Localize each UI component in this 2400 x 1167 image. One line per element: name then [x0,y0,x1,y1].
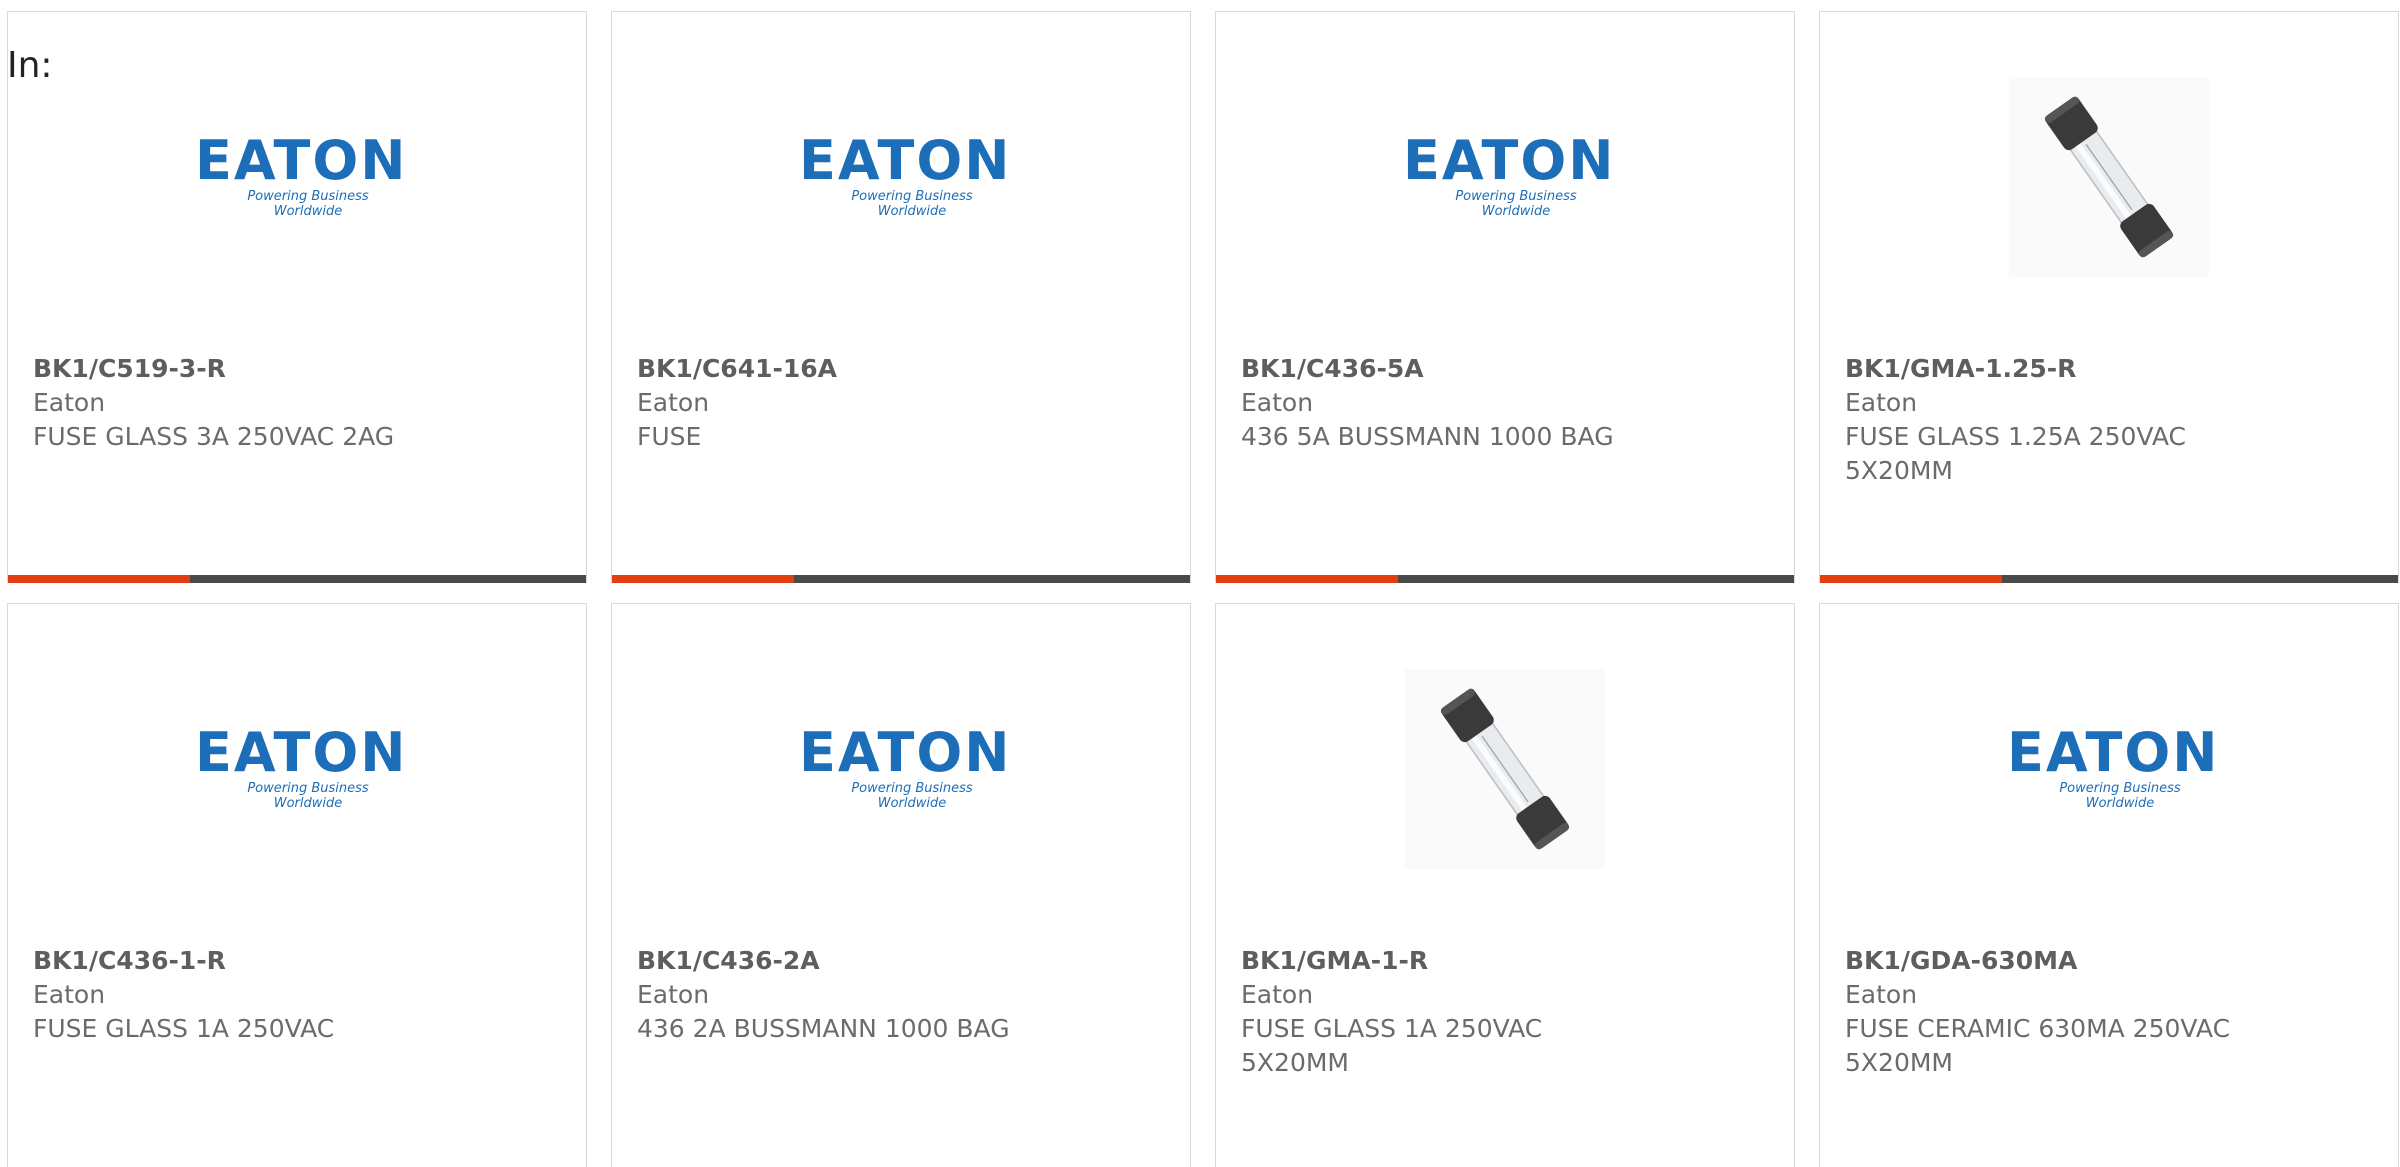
description: FUSE GLASS 1A 250VAC 5X20MM [1241,1014,1543,1077]
description: FUSE CERAMIC 630MA 250VAC 5X20MM [1845,1014,2231,1077]
product-info: BK1/GDA-630MA Eaton FUSE CERAMIC 630MA 250… [1845,944,2245,1080]
description: FUSE GLASS 1A 250VAC [33,1014,335,1043]
part-number[interactable]: BK1/C641-16A [637,352,1037,386]
card-accent-bar [8,575,190,583]
product-info: BK1/GMA-1.25-R Eaton FUSE GLASS 1.25A 250V… [1845,352,2245,488]
product-card[interactable]: EATON Powering Business Worldwide BK1/C641… [611,11,1191,583]
part-number[interactable]: BK1/C436-2A [637,944,1037,978]
eaton-logo-icon: EATON Powering Business Worldwide [799,129,1012,220]
card-accent-bar [1216,575,1398,583]
eaton-logo-icon: EATON Powering Business Worldwide [195,721,408,812]
card-bottom-bar [1216,575,1794,583]
eaton-logo-icon: EATON Powering Business Worldwide [2007,721,2220,812]
product-card[interactable]: EATON Powering Business Worldwide BK1/C436… [1215,11,1795,583]
product-card[interactable]: BK1/GMA-1-R Eaton FUSE GLASS 1A 250VAC 5X2… [1215,603,1795,1167]
filter-label: In: [7,45,53,86]
product-image[interactable]: EATON Powering Business Worldwide [1820,664,2398,874]
eaton-logo-icon: EATON Powering Business Worldwide [799,721,1012,812]
product-card[interactable]: BK1/GMA-1.25-R Eaton FUSE GLASS 1.25A 250V… [1819,11,2399,583]
product-image[interactable] [1820,72,2398,282]
product-image[interactable] [1216,664,1794,874]
part-number[interactable]: BK1/GMA-1.25-R [1845,352,2245,386]
product-card[interactable]: EATON Powering Business Worldwide BK1/C436… [7,603,587,1167]
manufacturer: Eaton [1241,980,1314,1009]
product-card[interactable]: EATON Powering Business Worldwide BK1/GDA-… [1819,603,2399,1167]
part-number[interactable]: BK1/C436-5A [1241,352,1641,386]
product-info: BK1/C641-16A Eaton FUSE [637,352,1037,454]
logo-tagline: Powering Business Worldwide [851,189,973,219]
logo-brand-text: EATON [195,129,408,192]
logo-tagline: Powering Business Worldwide [851,781,973,811]
product-info: BK1/C436-2A Eaton 436 2A BUSSMANN 1000 BAG [637,944,1037,1046]
card-bottom-bar [1820,575,2398,583]
product-info: BK1/C519-3-R Eaton FUSE GLASS 3A 250VAC 2A… [33,352,433,454]
card-bottom-bar [8,575,586,583]
part-number[interactable]: BK1/C436-1-R [33,944,433,978]
part-number[interactable]: BK1/C519-3-R [33,352,433,386]
manufacturer: Eaton [637,388,710,417]
card-accent-bar [612,575,794,583]
product-image[interactable]: EATON Powering Business Worldwide [1216,72,1794,282]
product-info: BK1/C436-5A Eaton 436 5A BUSSMANN 1000 BAG [1241,352,1641,454]
manufacturer: Eaton [1241,388,1314,417]
manufacturer: Eaton [1845,388,1918,417]
manufacturer: Eaton [33,388,106,417]
product-card[interactable]: EATON Powering Business Worldwide BK1/C436… [611,603,1191,1167]
eaton-logo-icon: EATON Powering Business Worldwide [1403,129,1616,220]
logo-tagline: Powering Business Worldwide [247,189,369,219]
product-info: BK1/GMA-1-R Eaton FUSE GLASS 1A 250VAC 5X2… [1241,944,1641,1080]
description: FUSE [637,422,702,451]
product-grid: EATON Powering Business Worldwide BK1/C519… [7,11,2400,1167]
product-image[interactable]: EATON Powering Business Worldwide [8,72,586,282]
part-number[interactable]: BK1/GDA-630MA [1845,944,2245,978]
description: FUSE GLASS 3A 250VAC 2AG [33,422,395,451]
logo-brand-text: EATON [1403,129,1616,192]
product-info: BK1/C436-1-R Eaton FUSE GLASS 1A 250VAC [33,944,433,1046]
logo-tagline: Powering Business Worldwide [2059,781,2181,811]
logo-brand-text: EATON [195,721,408,784]
logo-tagline: Powering Business Worldwide [1455,189,1577,219]
glass-fuse-icon [1405,669,1605,869]
part-number[interactable]: BK1/GMA-1-R [1241,944,1641,978]
logo-brand-text: EATON [799,721,1012,784]
product-card[interactable]: EATON Powering Business Worldwide BK1/C519… [7,11,587,583]
product-listing-page: In: EATON Powering Business Worldwide BK1/… [0,0,2400,1167]
eaton-logo-icon: EATON Powering Business Worldwide [195,129,408,220]
card-bottom-bar [612,575,1190,583]
description: FUSE GLASS 1.25A 250VAC 5X20MM [1845,422,2187,485]
description: 436 5A BUSSMANN 1000 BAG [1241,422,1614,451]
manufacturer: Eaton [637,980,710,1009]
card-accent-bar [1820,575,2002,583]
manufacturer: Eaton [1845,980,1918,1009]
description: 436 2A BUSSMANN 1000 BAG [637,1014,1010,1043]
product-image[interactable]: EATON Powering Business Worldwide [612,664,1190,874]
logo-brand-text: EATON [799,129,1012,192]
logo-brand-text: EATON [2007,721,2220,784]
glass-fuse-icon [2009,77,2209,277]
product-image[interactable]: EATON Powering Business Worldwide [8,664,586,874]
manufacturer: Eaton [33,980,106,1009]
product-image[interactable]: EATON Powering Business Worldwide [612,72,1190,282]
logo-tagline: Powering Business Worldwide [247,781,369,811]
